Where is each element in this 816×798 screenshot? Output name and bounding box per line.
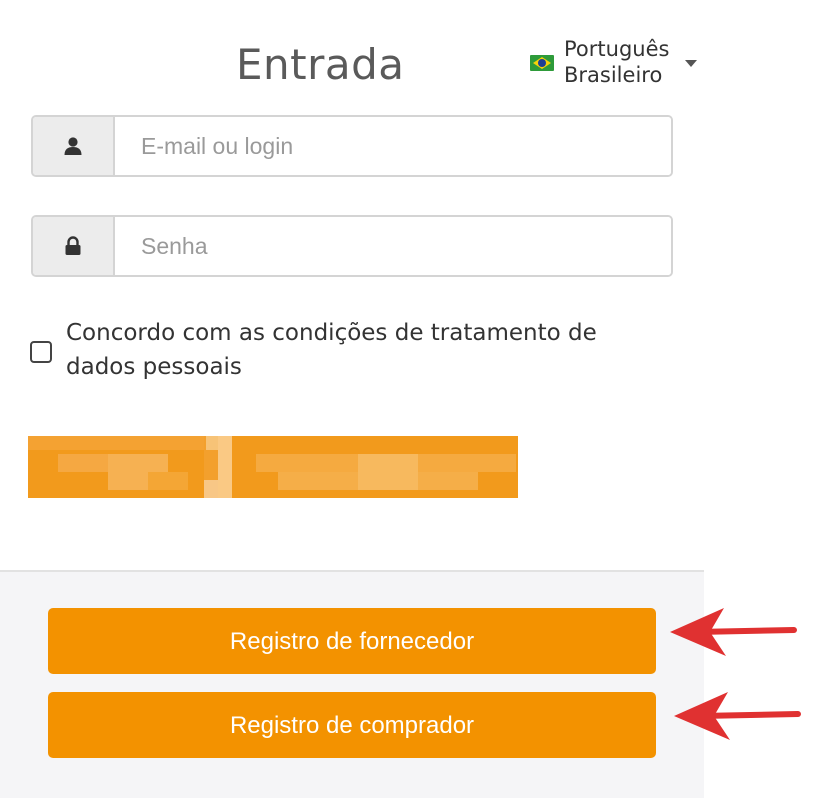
- language-selector[interactable]: Português Brasileiro: [530, 36, 698, 88]
- buyer-registration-button[interactable]: Registro de comprador: [48, 692, 656, 758]
- login-page: Entrada Português Brasileiro Concordo co: [0, 0, 816, 798]
- language-label-line1: Português: [564, 37, 670, 61]
- password-input[interactable]: [115, 217, 671, 275]
- password-field-group: [31, 215, 673, 277]
- redacted-submit-button[interactable]: [28, 436, 518, 498]
- user-icon: [33, 117, 115, 175]
- language-label: Português Brasileiro: [564, 36, 669, 88]
- consent-checkbox[interactable]: [30, 341, 52, 363]
- brazil-flag-icon: [530, 55, 554, 71]
- annotation-arrow-icon: [674, 692, 801, 740]
- annotation-arrow-icon: [670, 608, 797, 656]
- page-title: Entrada: [236, 40, 405, 89]
- chevron-down-icon: [685, 60, 698, 67]
- login-field-group: [31, 115, 673, 177]
- consent-label: Concordo com as condições de tratamento …: [66, 320, 597, 380]
- email-login-input[interactable]: [115, 117, 671, 175]
- language-label-line2: Brasileiro: [564, 63, 663, 87]
- lock-icon: [33, 217, 115, 275]
- consent-row: Concordo com as condições de tratamento …: [30, 316, 630, 384]
- registration-footer: Registro de fornecedor Registro de compr…: [0, 570, 704, 798]
- supplier-registration-button[interactable]: Registro de fornecedor: [48, 608, 656, 674]
